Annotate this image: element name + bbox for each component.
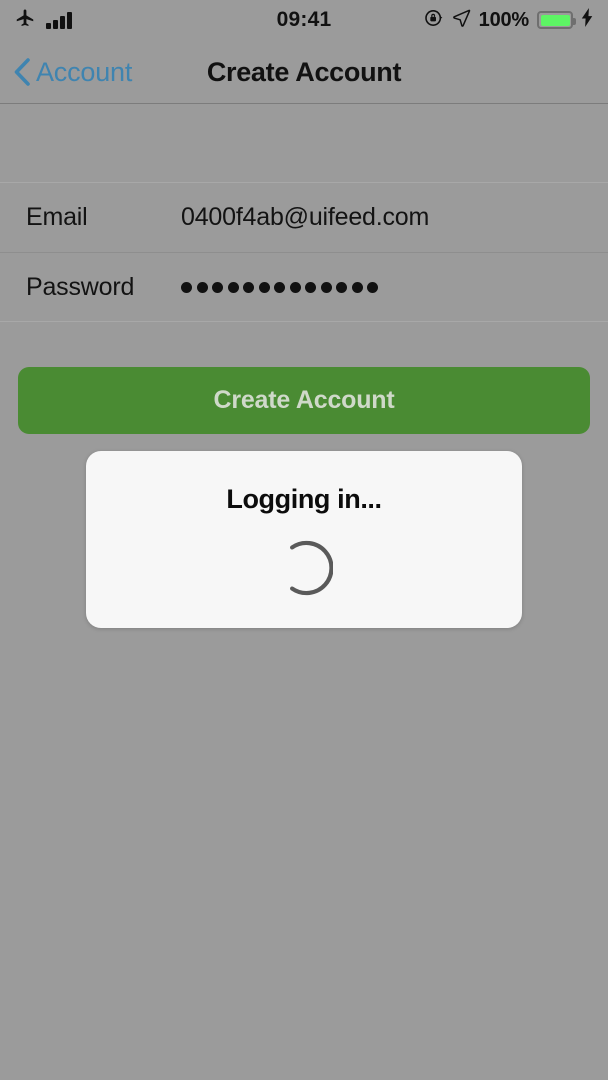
logging-in-title: Logging in... xyxy=(226,484,382,514)
battery-icon xyxy=(537,11,576,29)
back-button[interactable]: Account xyxy=(12,40,132,104)
email-field[interactable]: 0400f4ab@uifeed.com xyxy=(181,203,429,232)
status-bar: 09:41 100% xyxy=(0,0,608,40)
navigation-bar: Account Create Account xyxy=(0,40,608,104)
back-button-label: Account xyxy=(36,56,133,87)
chevron-left-icon xyxy=(14,58,30,86)
password-label: Password xyxy=(26,272,135,301)
lightning-bolt-icon xyxy=(581,8,594,32)
create-account-button[interactable]: Create Account xyxy=(18,367,590,434)
password-field[interactable] xyxy=(181,281,378,293)
logging-in-dialog: Logging in... xyxy=(86,451,522,628)
create-account-button-label: Create Account xyxy=(213,386,395,414)
status-bar-right: 100% xyxy=(331,8,594,33)
airplane-mode-icon xyxy=(14,7,36,34)
rotation-lock-icon xyxy=(424,8,444,33)
battery-percent-label: 100% xyxy=(478,8,530,31)
location-arrow-icon xyxy=(452,8,471,32)
email-row[interactable]: Email 0400f4ab@uifeed.com xyxy=(0,183,608,252)
status-bar-clock: 09:41 xyxy=(276,8,332,31)
status-bar-left xyxy=(14,7,277,34)
credentials-form-section: Email 0400f4ab@uifeed.com Password xyxy=(0,182,608,322)
phone-screen: 09:41 100% Account Create Account Email … xyxy=(0,0,608,1080)
email-label: Email xyxy=(26,203,88,231)
password-row[interactable]: Password xyxy=(0,252,608,321)
signal-bars-icon xyxy=(46,11,72,29)
loading-spinner-icon xyxy=(275,539,333,597)
